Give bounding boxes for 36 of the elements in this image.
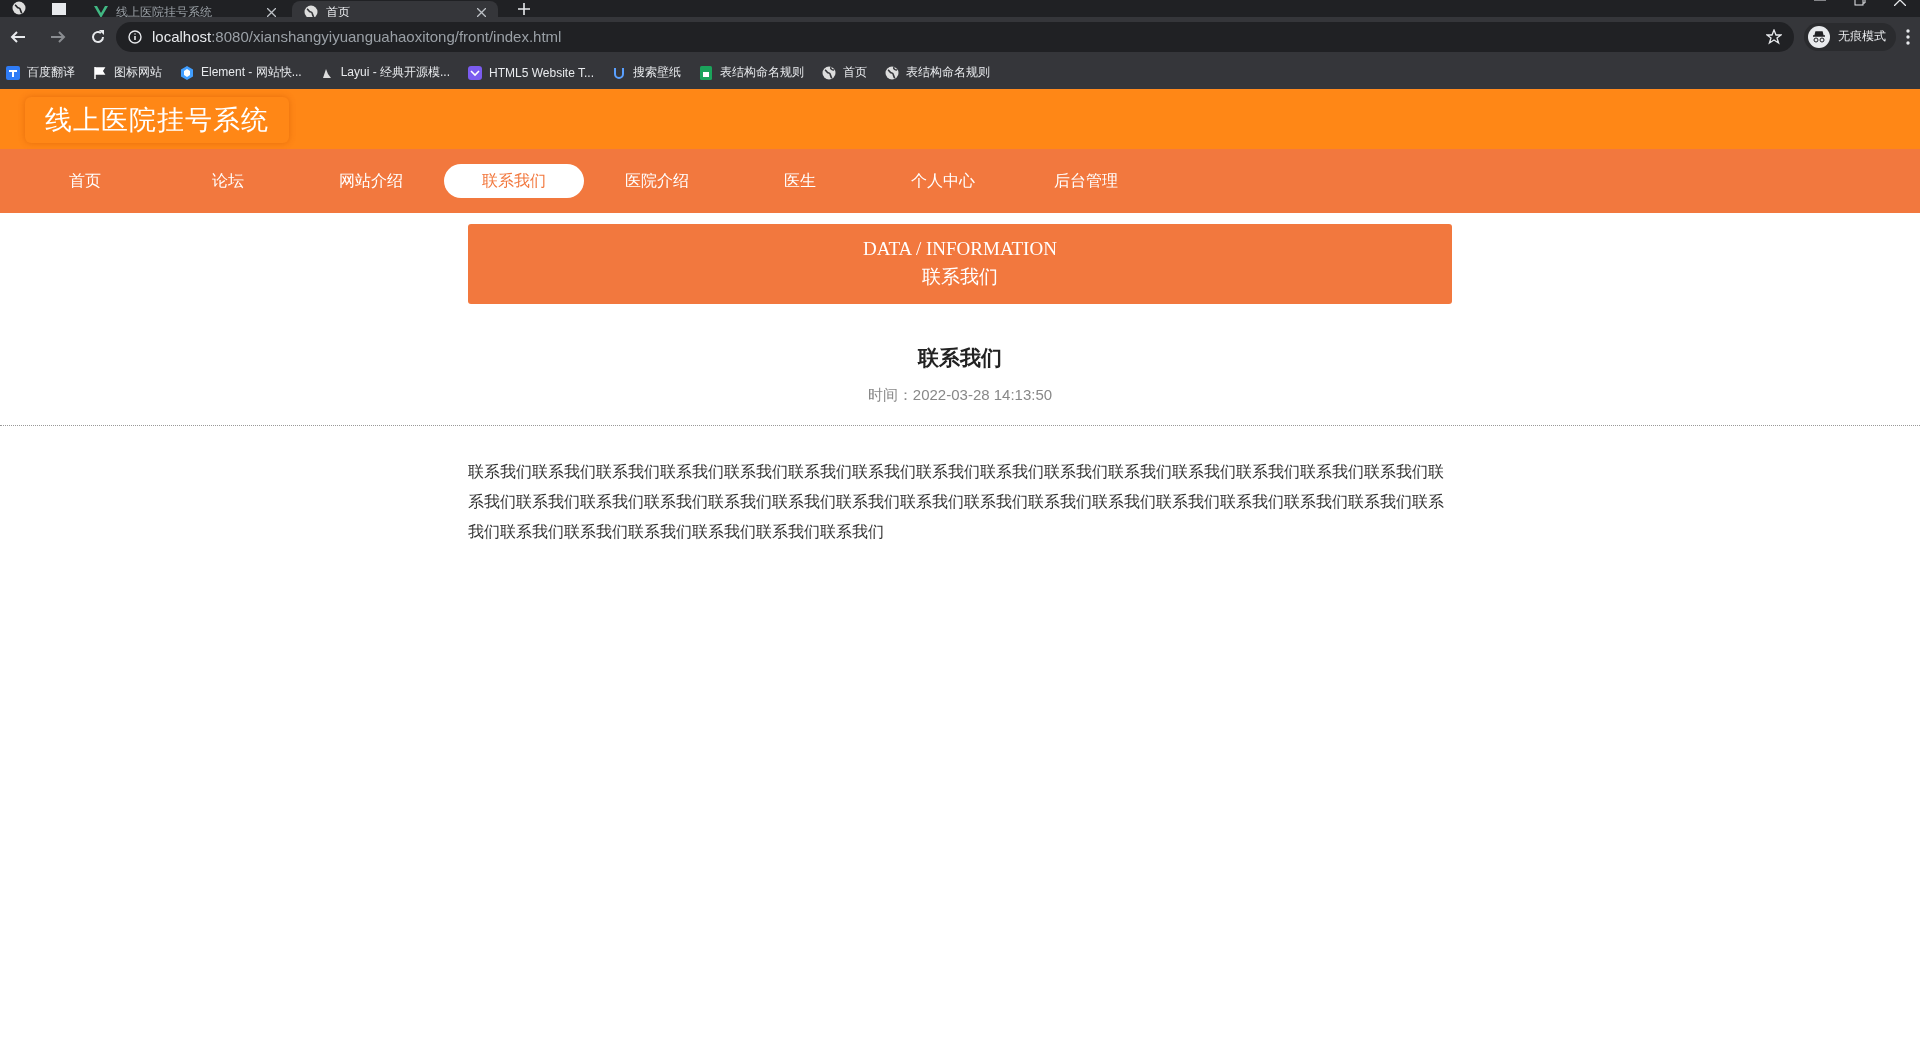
article-title: 联系我们 (916, 345, 1003, 371)
bookmark[interactable]: Layui - 经典开源模... (319, 64, 451, 81)
browser-tab[interactable]: 首页 (292, 1, 498, 17)
bookmark[interactable]: 表结构命名规则 (885, 64, 990, 81)
star-icon[interactable] (1766, 28, 1782, 45)
flag-icon (93, 65, 107, 80)
bookmark[interactable]: HTML5 Website T... (468, 65, 594, 80)
globe-icon (822, 65, 836, 80)
url-text: localhost:8080/xianshangyiyuanguahaoxitong/front/index.html (152, 28, 562, 45)
globe-icon[interactable] (12, 1, 26, 15)
bookmark[interactable]: 首页 (822, 64, 867, 81)
banner-title: 联系我们 (922, 265, 998, 289)
plus-icon[interactable] (518, 3, 530, 15)
hexagon-icon (180, 65, 194, 80)
bookmark[interactable]: 百度翻译 (6, 64, 75, 81)
banner-subtitle: DATA / INFORMATION (863, 238, 1057, 260)
forward-icon[interactable] (50, 28, 66, 45)
profile-button[interactable]: 无痕模式 (1804, 22, 1896, 51)
back-icon[interactable] (10, 28, 26, 45)
sheet-icon (699, 65, 713, 80)
incognito-icon (1808, 25, 1830, 48)
publish-time: 时间：2022-03-28 14:13:50 (866, 386, 1054, 405)
info-icon (128, 29, 142, 44)
bookmark[interactable]: 图标网站 (93, 64, 162, 81)
menu-icon[interactable] (1906, 28, 1910, 45)
letter-u-icon (612, 65, 626, 80)
translate-icon (6, 65, 20, 80)
bookmark[interactable]: Element - 网站快... (180, 64, 302, 81)
article-body: 联系我们联系我们联系我们联系我们联系我们联系我们联系我们联系我们联系我们联系我们联系我们联系我们联系我们联系我们联系我们联系我们联系我们联系我们联系我们联系我们联系我们联系我们联系我们联系我们联系我们联系我们联系我们联系我们联系我们联系我们联系我们联系我们联系我们联系我们联系我们联系我们联系我们 (468, 462, 1445, 542)
bookmark[interactable]: 表结构命名规则 (699, 64, 804, 81)
reload-icon[interactable] (90, 28, 106, 45)
bookmark[interactable]: 搜索壁纸 (612, 64, 681, 81)
address-bar[interactable]: localhost:8080/xianshangyiyuanguahaoxitong/front/index.html (116, 21, 1794, 52)
browser-tab[interactable]: 线上医院挂号系统 (82, 1, 288, 17)
globe-icon (885, 65, 899, 80)
site-title: 线上医院挂号系统 (25, 97, 289, 143)
